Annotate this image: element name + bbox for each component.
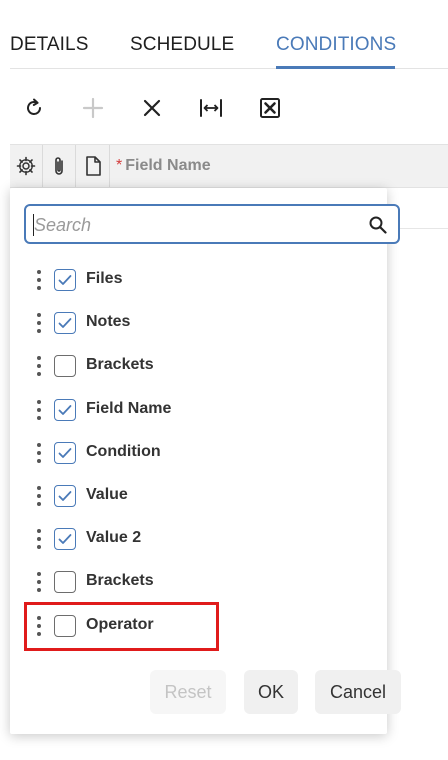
add-button[interactable] bbox=[77, 92, 109, 124]
column-item-label: Notes bbox=[86, 313, 131, 330]
column-item-label: Value 2 bbox=[86, 529, 142, 546]
column-item[interactable]: Files bbox=[28, 264, 368, 296]
field-name-header-label: Field Name bbox=[125, 157, 211, 174]
column-item-label: Field Name bbox=[86, 400, 172, 417]
delete-button[interactable] bbox=[136, 92, 168, 124]
export-excel-button[interactable] bbox=[254, 92, 286, 124]
search-input[interactable] bbox=[34, 214, 354, 236]
column-checkbox[interactable] bbox=[54, 528, 76, 550]
drag-handle-icon[interactable] bbox=[36, 529, 42, 549]
active-tab-indicator bbox=[276, 66, 395, 69]
column-item-label: Brackets bbox=[86, 572, 154, 589]
drag-handle-icon[interactable] bbox=[36, 356, 42, 376]
tab-bar: DETAILS SCHEDULE CONDITIONS bbox=[10, 0, 448, 69]
checkmark-icon bbox=[58, 534, 72, 544]
tab-details[interactable]: DETAILS bbox=[10, 34, 88, 56]
column-checkbox[interactable] bbox=[54, 571, 76, 593]
column-item-label: Condition bbox=[86, 443, 161, 460]
column-item[interactable]: Condition bbox=[28, 437, 368, 469]
column-checkbox[interactable] bbox=[54, 442, 76, 464]
checkmark-icon bbox=[58, 318, 72, 328]
column-item[interactable]: Field Name bbox=[28, 394, 368, 426]
required-marker: * bbox=[116, 157, 123, 174]
column-item-label: Files bbox=[86, 270, 123, 287]
files-column-header[interactable] bbox=[43, 145, 76, 187]
field-name-column-header[interactable]: * Field Name bbox=[116, 145, 211, 187]
ok-button[interactable]: OK bbox=[244, 670, 298, 714]
plus-icon bbox=[82, 97, 104, 119]
drag-handle-icon[interactable] bbox=[36, 486, 42, 506]
highlight-box bbox=[24, 602, 219, 651]
column-item-label: Brackets bbox=[86, 356, 154, 373]
column-settings-button[interactable] bbox=[10, 145, 43, 187]
drag-handle-icon[interactable] bbox=[36, 443, 42, 463]
reset-button[interactable]: Reset bbox=[150, 670, 226, 714]
column-chooser-popup: Files Notes Brackets Field Name Condition Val… bbox=[10, 188, 401, 734]
column-item[interactable]: Brackets bbox=[28, 350, 368, 382]
drag-handle-icon[interactable] bbox=[36, 313, 42, 333]
column-checkbox[interactable] bbox=[54, 355, 76, 377]
search-box bbox=[24, 204, 400, 244]
search-icon[interactable] bbox=[368, 215, 388, 235]
column-item-label: Value bbox=[86, 486, 128, 503]
tab-conditions[interactable]: CONDITIONS bbox=[276, 34, 396, 56]
paperclip-icon bbox=[55, 157, 63, 175]
toolbar bbox=[0, 88, 448, 126]
drag-handle-icon[interactable] bbox=[36, 270, 42, 290]
document-icon bbox=[85, 156, 101, 176]
drag-handle-icon[interactable] bbox=[36, 400, 42, 420]
refresh-button[interactable] bbox=[18, 92, 50, 124]
checkmark-icon bbox=[58, 491, 72, 501]
fit-width-button[interactable] bbox=[195, 92, 227, 124]
column-item[interactable]: Notes bbox=[28, 307, 368, 339]
column-checkbox[interactable] bbox=[54, 312, 76, 334]
refresh-icon bbox=[27, 98, 41, 115]
grid-header: * Field Name bbox=[10, 144, 448, 188]
column-checkbox[interactable] bbox=[54, 269, 76, 291]
column-item[interactable]: Value bbox=[28, 480, 368, 512]
column-checkbox[interactable] bbox=[54, 485, 76, 507]
tab-schedule[interactable]: SCHEDULE bbox=[130, 34, 234, 56]
notes-column-header[interactable] bbox=[76, 145, 110, 187]
column-item[interactable]: Value 2 bbox=[28, 523, 368, 555]
column-checkbox[interactable] bbox=[54, 399, 76, 421]
fit-width-icon bbox=[200, 99, 222, 117]
close-icon bbox=[143, 99, 161, 117]
column-item[interactable]: Brackets bbox=[28, 566, 368, 598]
checkmark-icon bbox=[58, 275, 72, 285]
excel-export-icon bbox=[260, 98, 280, 118]
checkmark-icon bbox=[58, 448, 72, 458]
drag-handle-icon[interactable] bbox=[36, 572, 42, 592]
checkmark-icon bbox=[58, 405, 72, 415]
cancel-button[interactable]: Cancel bbox=[315, 670, 401, 714]
gear-icon bbox=[16, 156, 36, 176]
